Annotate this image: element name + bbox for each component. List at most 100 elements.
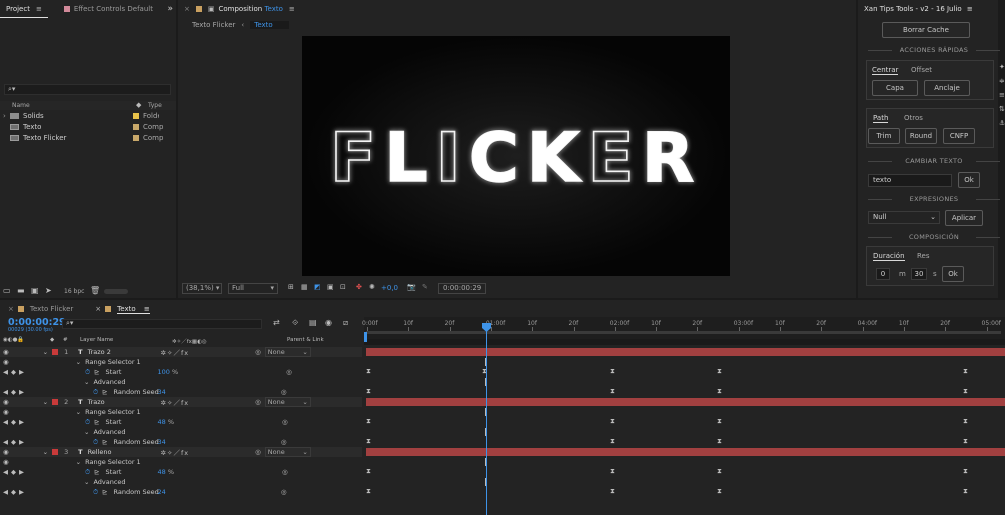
property-track[interactable]: ⧗ ⧗ ⧗ ⧗	[366, 488, 1005, 496]
bpc-label[interactable]: 16 bpc	[64, 288, 84, 295]
layer-duration-bar[interactable]	[366, 348, 1005, 356]
property-track[interactable]: ⧗ ⧗ ⧗ ⧗ ⧗	[366, 368, 1005, 376]
range-selector-label[interactable]: Range Selector 1	[85, 458, 141, 466]
close-icon[interactable]: ×	[184, 5, 190, 13]
cnfp-button[interactable]: CNFP	[943, 128, 975, 144]
tab-project[interactable]: Project ≡	[0, 0, 48, 18]
tab-res[interactable]: Res	[917, 252, 930, 260]
keyframe-nav-icon[interactable]: ◀◆▶	[3, 388, 27, 396]
tab-composition[interactable]: Composition Texto	[219, 5, 283, 13]
property-row[interactable]: ◀◆▶ ⏱ ⊵ Random Seed 34 ◎	[0, 387, 362, 397]
property-track[interactable]	[366, 378, 1005, 386]
random-seed-value[interactable]: 34	[158, 388, 166, 396]
tab-effect-controls[interactable]: Effect Controls Default	[58, 0, 159, 18]
tab-otros[interactable]: Otros	[904, 114, 923, 122]
anchor-icon[interactable]: ⚓	[999, 116, 1005, 130]
property-row[interactable]: ◀◆▶ ⏱ ⊵ Start 48% ◎	[0, 417, 362, 427]
guides-icon[interactable]: ▣	[327, 283, 334, 291]
layer-row[interactable]: ◉ ⌄ 2 T Trazo ✲✧／fx ◎ None ⌄	[0, 397, 362, 407]
graph-icon[interactable]: ⊵	[94, 468, 99, 476]
visibility-eye-icon[interactable]: ◉	[3, 358, 9, 366]
distribute-icon[interactable]: ≑	[999, 74, 1005, 88]
parent-select[interactable]: None ⌄	[264, 347, 311, 357]
color-channels-icon[interactable]: ✤	[356, 283, 362, 291]
keyframe-icon[interactable]: ⧗	[610, 368, 615, 375]
zoom-select[interactable]: (38,1%) ▾	[182, 283, 222, 294]
expression-pickwhip-icon[interactable]: ◎	[281, 488, 287, 496]
label-column-icon[interactable]: ◆	[136, 101, 141, 109]
keyframe-icon[interactable]: ⧗	[963, 488, 968, 495]
list-item[interactable]: › Solids Folder	[0, 111, 176, 121]
property-track[interactable]: ⧗ ⧗ ⧗ ⧗	[366, 418, 1005, 426]
layer-name[interactable]: Trazo 2	[88, 348, 161, 356]
expression-select[interactable]: Null ⌄	[868, 211, 940, 224]
visibility-eye-icon[interactable]: ◉	[3, 408, 9, 416]
property-track[interactable]	[366, 408, 1005, 416]
property-track[interactable]: ⧗ ⧗ ⧗ ⧗	[366, 468, 1005, 476]
composition-viewer[interactable]: FLICKER FLICKER	[302, 36, 730, 276]
keyframe-icon[interactable]: ⧗	[963, 388, 968, 395]
keyframe-nav-icon[interactable]: ◀◆▶	[3, 418, 27, 426]
expression-pickwhip-icon[interactable]: ◎	[281, 438, 287, 446]
tab-offset[interactable]: Offset	[911, 66, 932, 74]
keyframe-icon[interactable]: ⧗	[717, 438, 722, 445]
timeline-search-input[interactable]: ⌕▾	[62, 319, 262, 329]
close-icon[interactable]: ×	[95, 305, 101, 313]
keyframe-icon[interactable]: ⧗	[610, 418, 615, 425]
draft-3d-icon[interactable]: ⟐	[292, 318, 298, 328]
visibility-eye-icon[interactable]: ◉	[3, 448, 9, 456]
stopwatch-icon[interactable]: ⏱	[85, 418, 90, 427]
visibility-eye-icon[interactable]: ◉	[3, 398, 9, 406]
list-icon[interactable]: ≡	[999, 88, 1005, 102]
keyframe-icon[interactable]: ⧗	[963, 438, 968, 445]
keyframe-icon[interactable]: ⧗	[366, 368, 371, 375]
property-row[interactable]: ⌄ Advanced	[0, 477, 362, 487]
graph-editor-icon[interactable]: ⧄	[343, 318, 348, 328]
expression-pickwhip-icon[interactable]: ◎	[282, 468, 288, 476]
property-track[interactable]: ⧗ ⧗ ⧗ ⧗	[366, 438, 1005, 446]
list-item[interactable]: Texto Flicker Comp	[0, 133, 176, 143]
keyframe-icon[interactable]: ⧗	[717, 488, 722, 495]
expand-arrow-icon[interactable]: ⌄	[84, 428, 89, 436]
column-type[interactable]: Type	[148, 102, 162, 109]
keyframe-icon[interactable]: ⧗	[717, 368, 722, 375]
property-row[interactable]: ◉ ⌄ Range Selector 1	[0, 457, 362, 467]
trash-icon[interactable]: 🗑	[90, 286, 100, 295]
graph-icon[interactable]: ⊵	[102, 388, 107, 396]
property-track[interactable]	[366, 358, 1005, 366]
seconds-input[interactable]: 30	[911, 268, 927, 280]
random-seed-value[interactable]: 24	[158, 488, 166, 496]
stopwatch-icon[interactable]: ⏱	[93, 438, 98, 447]
property-row[interactable]: ◀◆▶ ⏱ ⊵ Random Seed 34 ◎	[0, 437, 362, 447]
capa-button[interactable]: Capa	[872, 80, 918, 96]
arrange-icon[interactable]: ⇅	[999, 102, 1005, 116]
keyframe-icon[interactable]: ⧗	[963, 468, 968, 475]
parent-pickwhip-icon[interactable]: ◎	[255, 448, 261, 456]
layer-name[interactable]: Relleno	[88, 448, 161, 456]
graph-icon[interactable]: ⊵	[102, 488, 107, 496]
column-parent[interactable]: Parent & Link	[287, 337, 324, 343]
graph-icon[interactable]: ⊵	[94, 368, 99, 376]
current-time-display[interactable]: 0:00:00:29	[438, 283, 487, 294]
menu-icon[interactable]: ≡	[36, 5, 42, 13]
borrar-cache-button[interactable]: Borrar Cache	[882, 22, 970, 38]
layer-switches-icon[interactable]: ✲✧／fx	[161, 397, 190, 407]
menu-icon[interactable]: ≡	[967, 5, 973, 13]
keyframe-icon[interactable]: ⧗	[366, 388, 371, 395]
keyframe-icon[interactable]: ⧗	[717, 468, 722, 475]
parent-pickwhip-icon[interactable]: ◎	[255, 348, 261, 356]
keyframe-icon[interactable]: ⧗	[963, 368, 968, 375]
parent-select[interactable]: None ⌄	[264, 447, 311, 457]
anclaje-button[interactable]: Anclaje	[924, 80, 970, 96]
expand-arrow-icon[interactable]: ⌄	[84, 478, 89, 486]
property-row[interactable]: ◀◆▶ ⏱ ⊵ Start 100% ◎	[0, 367, 362, 377]
property-track[interactable]	[366, 428, 1005, 436]
keyframe-icon[interactable]: ⧗	[963, 418, 968, 425]
layer-duration-bar[interactable]	[366, 448, 1005, 456]
align-icon[interactable]: ✦	[999, 60, 1005, 74]
texto-ok-button[interactable]: Ok	[958, 172, 980, 188]
expression-pickwhip-icon[interactable]: ◎	[281, 388, 287, 396]
mask-visibility-icon[interactable]: ◩	[314, 283, 321, 291]
layer-switches-icon[interactable]: ✲✧／fx	[161, 347, 190, 357]
expand-arrow-icon[interactable]: ⌄	[76, 408, 81, 416]
